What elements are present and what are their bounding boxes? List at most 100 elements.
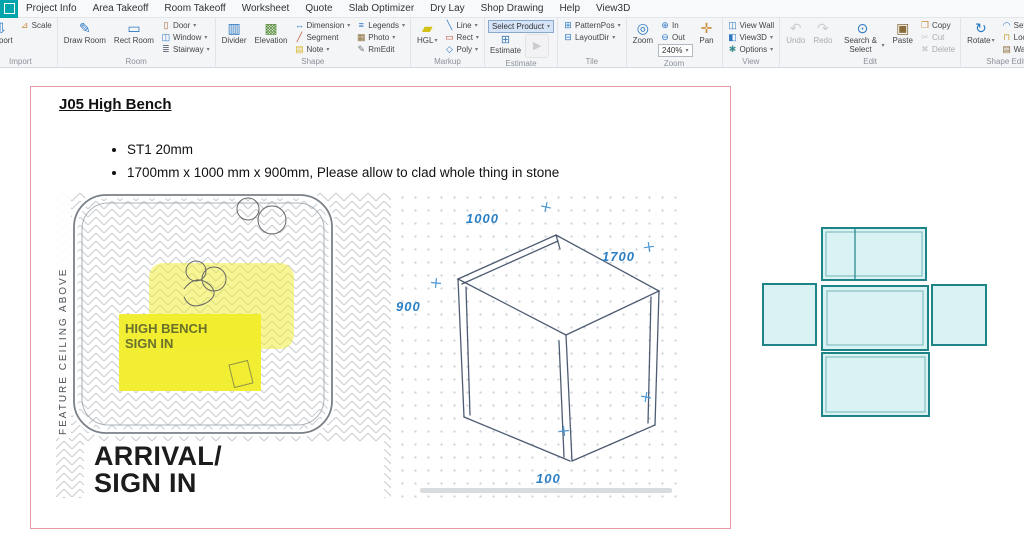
elevation-button[interactable]: ▩Elevation <box>252 19 291 56</box>
dimension-label-length: 1700 <box>602 249 635 264</box>
ribbon-group-markup: ▰HGL▾╲Line▾▭Rect▾◇Poly▾Markup <box>411 18 485 67</box>
button-column: ╲Line▾▭Rect▾◇Poly▾ <box>442 19 480 56</box>
tab-help[interactable]: Help <box>551 0 588 18</box>
drawing-canvas[interactable]: J05 High Bench ST1 20mm 1700mm x 1000 mm… <box>0 68 1024 545</box>
redo-button[interactable]: ↷Redo <box>810 19 835 56</box>
slab-piece-bottom[interactable] <box>822 353 929 416</box>
scale-button[interactable]: ⊿Scale <box>18 19 54 31</box>
out-button[interactable]: ⊖Out <box>658 31 692 43</box>
window-button[interactable]: ◫Window▾ <box>159 31 212 43</box>
door-icon: ▯ <box>161 19 171 31</box>
240-combobox[interactable]: 240%▾ <box>658 44 692 57</box>
plan-caption: ARRIVAL/ SIGN IN <box>94 443 222 497</box>
rect-room-button[interactable]: ▭Rect Room <box>111 19 157 56</box>
import-button[interactable]: ⇩Import <box>0 19 16 56</box>
cut-button[interactable]: ✂Cut <box>918 31 957 43</box>
layoutdir-button[interactable]: ⊟LayoutDir▾ <box>561 31 623 43</box>
ribbon-group-tile: ⊞PatternPos▾⊟LayoutDir▾Tile <box>558 18 627 67</box>
play-icon: ▶ <box>533 40 541 52</box>
cut-icon: ✂ <box>920 31 930 43</box>
search-select-icon: ⊙ <box>857 20 869 36</box>
lock-icon: ⊓ <box>1002 31 1012 43</box>
segment-button[interactable]: ╱Segment <box>292 31 352 43</box>
dimension-icon: ↔ <box>294 19 304 31</box>
slab-piece-center[interactable] <box>822 286 928 350</box>
button-label: Redo <box>813 36 832 45</box>
divider-button[interactable]: ▥Divider <box>219 19 250 56</box>
group-label: Zoom <box>630 58 719 68</box>
draw-room-icon: ✎ <box>79 20 91 36</box>
ribbon-group-shape: ▥Divider▩Elevation↔Dimension▾╱Segment▤No… <box>216 18 411 67</box>
line-button[interactable]: ╲Line▾ <box>442 19 480 31</box>
zoom-in-icon: ⊕ <box>660 19 670 31</box>
group-label: Estimate <box>488 58 554 68</box>
app-logo-icon[interactable] <box>0 0 18 18</box>
copy-button[interactable]: ❐Copy <box>918 19 957 31</box>
spec-item: ST1 20mm <box>127 141 559 158</box>
ribbon-group-zoom: ◎Zoom⊕In⊖Out240%▾✛PanZoom <box>627 18 723 67</box>
draw-room-button[interactable]: ✎Draw Room <box>61 19 109 56</box>
estimate-button[interactable]: ⊞Estimate <box>488 34 523 58</box>
rotate-button[interactable]: ↻Rotate▾ <box>964 19 998 56</box>
paste-button[interactable]: ▣Paste <box>889 19 915 56</box>
button-column: ⊕In⊖Out240%▾ <box>658 19 692 58</box>
button-label: Cut <box>932 33 944 42</box>
button-label: Draw Room <box>64 36 106 45</box>
set-arc-button[interactable]: ◠Set Arc▾ <box>1000 19 1024 31</box>
slab-piece-left[interactable] <box>763 284 816 345</box>
button-label: Elevation <box>255 36 288 45</box>
stairway-button[interactable]: ≣Stairway▾ <box>159 43 212 55</box>
view-wall-button[interactable]: ◫View Wall <box>726 19 777 31</box>
rect-button[interactable]: ▭Rect▾ <box>442 31 480 43</box>
options-button[interactable]: ✱Options▾ <box>726 43 777 55</box>
patternpos-icon: ⊞ <box>563 19 573 31</box>
tab-dry-lay[interactable]: Dry Lay <box>422 0 472 18</box>
note-icon: ▤ <box>294 43 304 55</box>
zoom-button[interactable]: ◎Zoom <box>630 19 656 58</box>
tab-slab-optimizer[interactable]: Slab Optimizer <box>341 0 423 18</box>
button-label: Dimension <box>306 21 344 30</box>
divider-icon: ▥ <box>227 20 240 36</box>
legends-button[interactable]: ≡Legends▾ <box>354 19 407 31</box>
button-label: Estimate <box>490 46 521 55</box>
tab-project-info[interactable]: Project Info <box>18 0 85 18</box>
note-button[interactable]: ▤Note▾ <box>292 43 352 55</box>
tab-quote[interactable]: Quote <box>297 0 340 18</box>
chevron-down-icon: ▾ <box>770 34 773 41</box>
wall-button[interactable]: ▤Wall▾ <box>1000 43 1024 55</box>
chevron-down-icon: ▾ <box>392 34 395 41</box>
group-label: Room <box>61 56 212 67</box>
view3d-icon: ◧ <box>728 31 738 43</box>
slab-piece-top[interactable] <box>822 228 926 280</box>
in-button[interactable]: ⊕In <box>658 19 692 31</box>
rect-icon: ▭ <box>444 31 454 43</box>
tab-shop-drawing[interactable]: Shop Drawing <box>473 0 552 18</box>
slab-piece-right[interactable] <box>932 285 986 345</box>
tab-room-takeoff[interactable]: Room Takeoff <box>156 0 233 18</box>
patternpos-button[interactable]: ⊞PatternPos▾ <box>561 19 623 31</box>
rect-room-icon: ▭ <box>127 20 140 36</box>
search-select-button[interactable]: ⊙Search & Select▾ <box>837 19 887 56</box>
delete-button[interactable]: ✖Delete <box>918 43 957 55</box>
door-button[interactable]: ▯Door▾ <box>159 19 212 31</box>
pan-button[interactable]: ✛Pan <box>695 19 719 58</box>
dimension-button[interactable]: ↔Dimension▾ <box>292 19 352 31</box>
select-product-combobox[interactable]: Select Product▾ <box>488 20 554 33</box>
play-button[interactable]: ▶ <box>525 34 549 58</box>
poly-button[interactable]: ◇Poly▾ <box>442 43 480 55</box>
button-label: Rotate <box>967 36 991 45</box>
delete-icon: ✖ <box>920 43 930 55</box>
tab-view3d[interactable]: View3D <box>588 0 638 18</box>
lock-button[interactable]: ⊓Lock <box>1000 31 1024 43</box>
slab-layout[interactable] <box>755 220 995 425</box>
hbox: ⊞Estimate ▶ <box>488 34 554 58</box>
rmedit-button[interactable]: ✎RmEdit <box>354 43 407 55</box>
group-label: Markup <box>414 56 481 67</box>
button-column: ↔Dimension▾╱Segment▤Note▾ <box>292 19 352 56</box>
photo-button[interactable]: ▦Photo▾ <box>354 31 407 43</box>
undo-button[interactable]: ↶Undo <box>783 19 808 56</box>
tab-area-takeoff[interactable]: Area Takeoff <box>85 0 157 18</box>
view3d-button[interactable]: ◧View3D▾ <box>726 31 777 43</box>
hgl-button[interactable]: ▰HGL▾ <box>414 19 440 56</box>
tab-worksheet[interactable]: Worksheet <box>234 0 298 18</box>
